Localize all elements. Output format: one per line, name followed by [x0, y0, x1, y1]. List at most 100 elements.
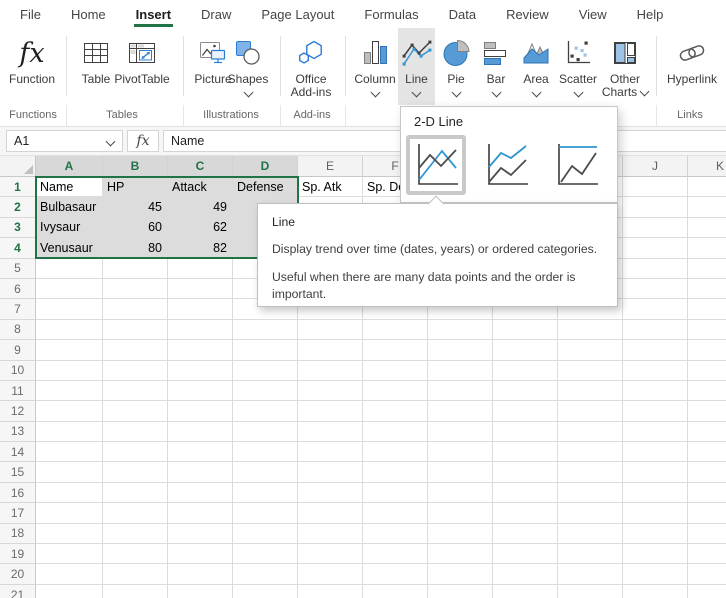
cell-D8[interactable] [233, 319, 298, 341]
cell-I21[interactable] [558, 584, 623, 598]
cell-K14[interactable] [688, 442, 726, 463]
cell-A4[interactable]: Venusaur [36, 238, 103, 259]
cell-B11[interactable] [103, 380, 168, 402]
cell-F20[interactable] [363, 564, 428, 585]
cell-E8[interactable] [298, 319, 363, 341]
cell-J3[interactable] [623, 217, 688, 239]
cell-J16[interactable] [623, 482, 688, 504]
cell-D10[interactable] [233, 360, 298, 381]
cell-G21[interactable] [428, 584, 493, 598]
row-header-21[interactable]: 21 [0, 584, 36, 598]
cell-F14[interactable] [363, 442, 428, 463]
menu-tab-home[interactable]: Home [71, 0, 106, 28]
cell-K9[interactable] [688, 340, 726, 361]
menu-tab-view[interactable]: View [579, 0, 607, 28]
menu-tab-formulas[interactable]: Formulas [364, 0, 418, 28]
cell-G13[interactable] [428, 421, 493, 443]
cell-C15[interactable] [168, 462, 233, 483]
cell-J21[interactable] [623, 584, 688, 598]
cell-J2[interactable] [623, 197, 688, 218]
cell-I18[interactable] [558, 523, 623, 545]
cell-D16[interactable] [233, 482, 298, 504]
column-header-E[interactable]: E [298, 156, 363, 177]
cell-C12[interactable] [168, 401, 233, 422]
cell-B4[interactable]: 80 [103, 238, 168, 259]
cell-B14[interactable] [103, 442, 168, 463]
cell-D18[interactable] [233, 523, 298, 545]
cell-G14[interactable] [428, 442, 493, 463]
shapes-button[interactable]: Shapes [224, 28, 272, 105]
cell-D14[interactable] [233, 442, 298, 463]
cell-C7[interactable] [168, 299, 233, 320]
cell-A19[interactable] [36, 544, 103, 565]
cell-I12[interactable] [558, 401, 623, 422]
cell-K21[interactable] [688, 584, 726, 598]
cell-G17[interactable] [428, 503, 493, 524]
cell-B15[interactable] [103, 462, 168, 483]
cell-G10[interactable] [428, 360, 493, 381]
cell-E10[interactable] [298, 360, 363, 381]
cell-K5[interactable] [688, 258, 726, 279]
cell-C11[interactable] [168, 380, 233, 402]
cell-G20[interactable] [428, 564, 493, 585]
cell-C6[interactable] [168, 278, 233, 300]
row-header-7[interactable]: 7 [0, 299, 36, 320]
cell-J15[interactable] [623, 462, 688, 483]
cell-F11[interactable] [363, 380, 428, 402]
cell-A12[interactable] [36, 401, 103, 422]
row-header-4[interactable]: 4 [0, 238, 36, 259]
cell-J6[interactable] [623, 278, 688, 300]
cell-J9[interactable] [623, 340, 688, 361]
cell-B3[interactable]: 60 [103, 217, 168, 239]
cell-I10[interactable] [558, 360, 623, 381]
cell-H14[interactable] [493, 442, 558, 463]
cell-G18[interactable] [428, 523, 493, 545]
cell-E11[interactable] [298, 380, 363, 402]
cell-I20[interactable] [558, 564, 623, 585]
cell-K20[interactable] [688, 564, 726, 585]
cell-E1[interactable]: Sp. Atk [298, 177, 363, 198]
cell-D12[interactable] [233, 401, 298, 422]
cell-H10[interactable] [493, 360, 558, 381]
row-header-8[interactable]: 8 [0, 319, 36, 341]
cell-J20[interactable] [623, 564, 688, 585]
cell-H15[interactable] [493, 462, 558, 483]
cell-C8[interactable] [168, 319, 233, 341]
select-all-corner[interactable] [0, 156, 36, 177]
cell-B5[interactable] [103, 258, 168, 279]
cell-I16[interactable] [558, 482, 623, 504]
cell-K18[interactable] [688, 523, 726, 545]
row-header-19[interactable]: 19 [0, 544, 36, 565]
cell-H9[interactable] [493, 340, 558, 361]
cell-B6[interactable] [103, 278, 168, 300]
cell-B19[interactable] [103, 544, 168, 565]
cell-K1[interactable] [688, 177, 726, 198]
area-chart-button[interactable]: Area [516, 28, 556, 105]
menu-tab-page-layout[interactable]: Page Layout [261, 0, 334, 28]
insert-function-button[interactable]: fx [127, 130, 159, 152]
cell-A20[interactable] [36, 564, 103, 585]
line-thumb-icon[interactable] [406, 135, 466, 195]
row-header-14[interactable]: 14 [0, 442, 36, 463]
row-header-17[interactable]: 17 [0, 503, 36, 524]
cell-I14[interactable] [558, 442, 623, 463]
bar-chart-button[interactable]: Bar [478, 28, 514, 105]
row-header-16[interactable]: 16 [0, 482, 36, 504]
cell-B17[interactable] [103, 503, 168, 524]
cell-A9[interactable] [36, 340, 103, 361]
cell-K3[interactable] [688, 217, 726, 239]
cell-K19[interactable] [688, 544, 726, 565]
cell-I15[interactable] [558, 462, 623, 483]
cell-E20[interactable] [298, 564, 363, 585]
cell-G16[interactable] [428, 482, 493, 504]
cell-B13[interactable] [103, 421, 168, 443]
cell-E16[interactable] [298, 482, 363, 504]
cell-F21[interactable] [363, 584, 428, 598]
cell-I8[interactable] [558, 319, 623, 341]
scatter-chart-button[interactable]: Scatter [554, 28, 602, 105]
cell-E13[interactable] [298, 421, 363, 443]
cell-D13[interactable] [233, 421, 298, 443]
cell-H11[interactable] [493, 380, 558, 402]
cell-J13[interactable] [623, 421, 688, 443]
hyperlink-button[interactable]: Hyperlink [660, 28, 724, 105]
